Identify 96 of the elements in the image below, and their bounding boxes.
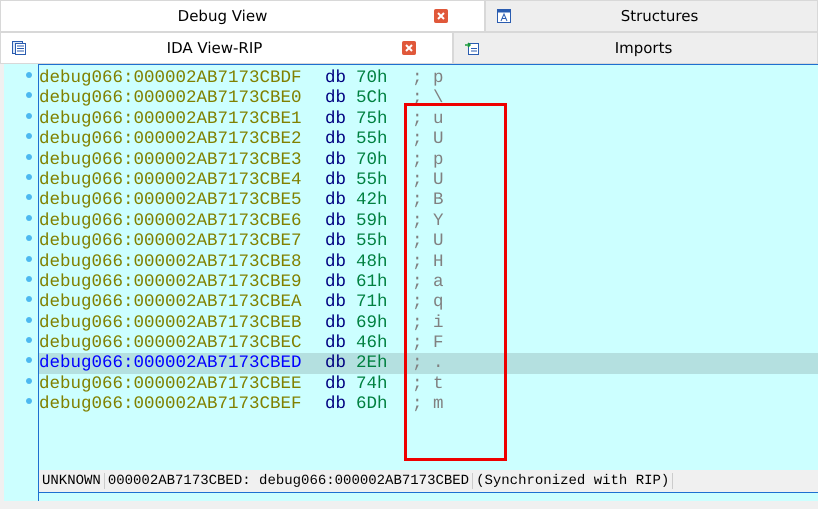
char-comment: ; m: [411, 394, 444, 415]
address-label: debug066:000002AB7173CBE5: [39, 190, 303, 211]
address-label: debug066:000002AB7173CBEC: [39, 333, 303, 354]
char-comment: ; t: [411, 374, 444, 394]
directive-label: db: [325, 88, 348, 109]
status-text: 000002AB7173CBED: debug066:000002AB7173CBED: [104, 473, 474, 489]
byte-value: 59h: [356, 210, 389, 232]
char-comment: ; i: [411, 312, 444, 334]
bullet-icon: [26, 256, 32, 262]
directive-label: db: [325, 129, 348, 150]
bullet-icon: [26, 296, 32, 302]
directive-label: db: [325, 108, 348, 130]
directive-label: db: [325, 252, 348, 272]
address-label: debug066:000002AB7173CBEA: [39, 292, 303, 313]
directive-label: db: [325, 353, 348, 374]
directive-label: db: [325, 150, 348, 170]
directive-label: db: [325, 272, 348, 292]
bullet-icon: [26, 214, 32, 221]
address-label: debug066:000002AB7173CBE0: [39, 88, 303, 109]
byte-value: 48h: [356, 252, 389, 272]
address-label: debug066:000002AB7173CBEE: [39, 374, 303, 394]
bullet-icon: [26, 316, 32, 323]
directive-label: db: [325, 190, 348, 211]
byte-value: 6Dh: [356, 394, 389, 415]
address-label: debug066:000002AB7173CBE4: [39, 170, 303, 190]
view-icon: [11, 40, 27, 56]
byte-value: 42h: [356, 190, 389, 211]
char-comment: ; B: [411, 190, 444, 211]
char-comment: ; Y: [411, 210, 444, 232]
address-label: debug066:000002AB7173CBEB: [39, 312, 303, 334]
address-label: debug066:000002AB7173CBDF: [39, 68, 303, 88]
byte-value: 74h: [356, 374, 389, 394]
bullet-icon: [26, 133, 32, 140]
bullet-icon: [26, 92, 32, 98]
char-comment: ; a: [411, 272, 444, 292]
tab[interactable]: Debug View: [0, 0, 485, 32]
bullet-icon: [26, 357, 32, 364]
byte-value: 55h: [356, 231, 389, 252]
structure-icon: [496, 8, 512, 24]
byte-value: 5Ch: [356, 88, 389, 109]
char-comment: ; U: [411, 231, 444, 252]
byte-value: 71h: [356, 292, 389, 313]
bullet-icon: [26, 337, 32, 344]
char-comment: ; q: [411, 292, 444, 313]
directive-label: db: [325, 333, 348, 354]
byte-value: 75h: [356, 108, 389, 130]
directive-label: db: [325, 170, 348, 190]
char-comment: ; p: [411, 68, 444, 88]
byte-value: 70h: [356, 150, 389, 170]
bullet-icon: [26, 72, 32, 78]
address-label: debug066:000002AB7173CBE9: [39, 272, 303, 292]
byte-value: 46h: [356, 333, 389, 354]
bullet-icon: [26, 378, 32, 384]
address-label: debug066:000002AB7173CBE1: [39, 108, 303, 130]
address-label: debug066:000002AB7173CBED: [39, 353, 303, 374]
char-comment: ; p: [411, 150, 444, 170]
address-label: debug066:000002AB7173CBEF: [39, 394, 303, 415]
address-label: debug066:000002AB7173CBE2: [39, 129, 303, 150]
bullet-icon: [26, 398, 32, 404]
directive-label: db: [325, 231, 348, 252]
bullet-icon: [26, 112, 32, 119]
byte-value: 61h: [356, 272, 389, 292]
bullet-icon: [26, 194, 32, 200]
close-icon[interactable]: [402, 41, 416, 55]
status-text: UNKNOWN: [39, 473, 105, 489]
bullet-icon: [26, 174, 32, 180]
byte-value: 2Eh: [356, 353, 389, 374]
bullet-icon: [26, 235, 32, 242]
address-label: debug066:000002AB7173CBE6: [39, 210, 303, 232]
char-comment: ; u: [411, 108, 444, 130]
bullet-icon: [26, 154, 32, 160]
byte-value: 55h: [356, 170, 389, 190]
address-label: debug066:000002AB7173CBE3: [39, 150, 303, 170]
address-label: debug066:000002AB7173CBE8: [39, 252, 303, 272]
tab[interactable]: Structures: [485, 0, 818, 32]
directive-label: db: [325, 374, 348, 394]
byte-value: 69h: [356, 312, 389, 334]
char-comment: ; .: [411, 353, 444, 374]
char-comment: ; U: [411, 170, 444, 190]
tab[interactable]: Imports: [453, 32, 818, 64]
tab[interactable]: IDA View-RIP: [0, 32, 453, 64]
directive-label: db: [325, 292, 348, 313]
directive-label: db: [325, 394, 348, 415]
char-comment: ; U: [411, 129, 444, 150]
bullet-icon: [26, 276, 32, 282]
address-label: debug066:000002AB7173CBE7: [39, 231, 303, 252]
directive-label: db: [325, 68, 348, 88]
byte-value: 70h: [356, 68, 389, 88]
char-comment: ; F: [411, 333, 444, 354]
imports-icon: [464, 40, 480, 56]
char-comment: ; H: [411, 252, 444, 272]
status-text: (Synchronized with RIP): [473, 473, 674, 489]
directive-label: db: [325, 312, 348, 334]
close-icon[interactable]: [434, 9, 448, 23]
byte-value: 55h: [356, 129, 389, 150]
directive-label: db: [325, 210, 348, 232]
